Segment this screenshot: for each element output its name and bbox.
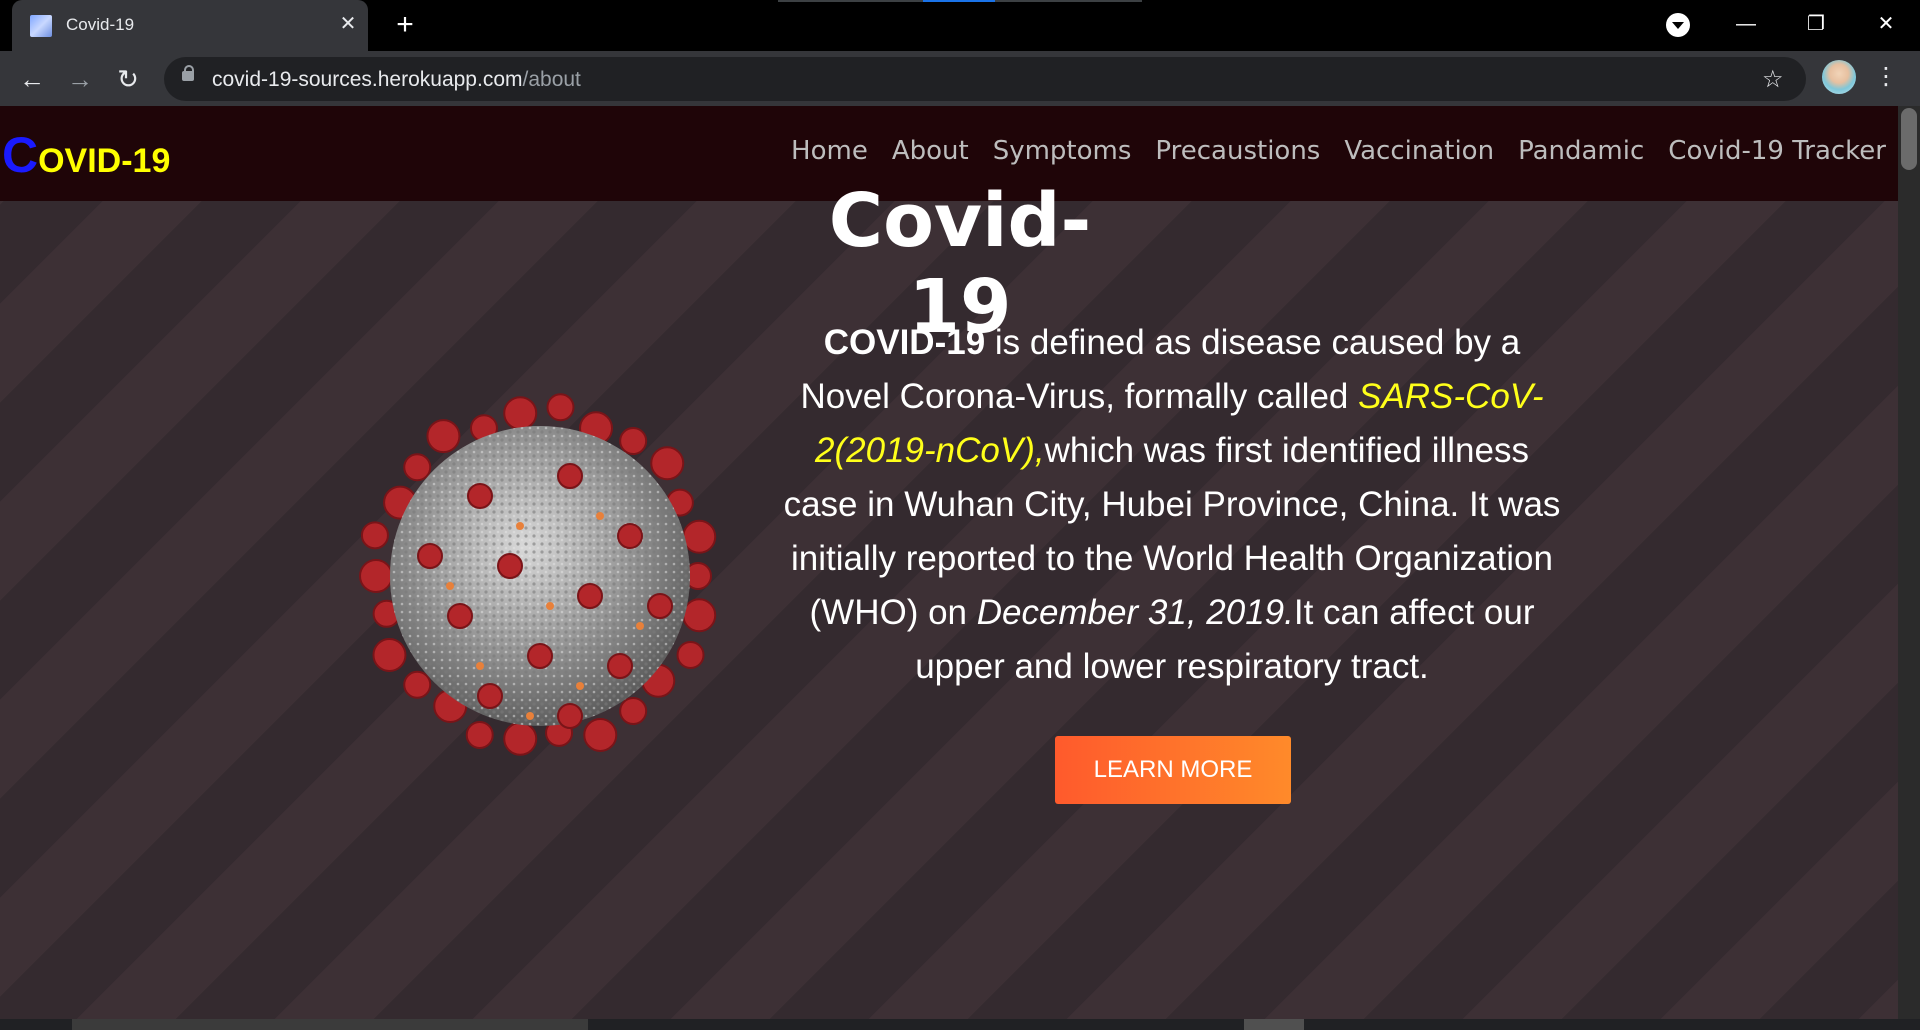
nav-symptoms[interactable]: Symptoms xyxy=(993,136,1132,166)
report-date: December 31, 2019. xyxy=(976,593,1294,632)
logo-initial: C xyxy=(2,127,39,183)
browser-toolbar: ← → ↻ covid-19-sources.herokuapp.com/abo… xyxy=(0,51,1920,106)
restore-button[interactable]: ❐ xyxy=(1796,8,1836,40)
nav-home[interactable]: Home xyxy=(791,136,868,166)
favicon-icon xyxy=(30,15,52,37)
address-bar[interactable]: covid-19-sources.herokuapp.com/about ☆ xyxy=(164,57,1806,101)
site-logo[interactable]: COVID-19 xyxy=(2,126,170,184)
nav-about[interactable]: About xyxy=(892,136,969,166)
search-tabs-icon[interactable] xyxy=(1666,13,1690,37)
close-tab-icon[interactable]: ✕ xyxy=(336,12,360,36)
profile-avatar[interactable] xyxy=(1822,60,1856,94)
url-text[interactable]: covid-19-sources.herokuapp.com/about xyxy=(212,68,581,92)
coronavirus-image xyxy=(359,393,717,756)
learn-more-button[interactable]: LEARN MORE xyxy=(1055,736,1291,804)
loading-indicator xyxy=(778,0,1142,2)
hero-description: COVID-19 is defined as disease caused by… xyxy=(778,316,1566,694)
tab-title: Covid-19 xyxy=(66,15,135,34)
minimize-button[interactable]: — xyxy=(1726,8,1766,40)
back-button[interactable]: ← xyxy=(14,61,50,97)
logo-text: OVID-19 xyxy=(38,142,171,180)
lock-icon[interactable] xyxy=(182,65,194,81)
nav-precautions[interactable]: Precaustions xyxy=(1155,136,1320,166)
vertical-scrollbar[interactable] xyxy=(1898,106,1920,1019)
nav-pandemic[interactable]: Pandamic xyxy=(1518,136,1644,166)
browser-tab[interactable]: Covid-19 ✕ xyxy=(12,0,368,51)
nav-links: Home About Symptoms Precaustions Vaccina… xyxy=(791,136,1886,166)
browser-menu-icon[interactable]: ⋮ xyxy=(1874,62,1898,92)
tab-strip: Covid-19 ✕ + — ❐ ✕ xyxy=(0,0,1920,51)
description-bold: COVID-19 xyxy=(823,323,986,362)
new-tab-button[interactable]: + xyxy=(390,10,420,40)
nav-tracker[interactable]: Covid-19 Tracker xyxy=(1668,136,1886,166)
bookmark-star-icon[interactable]: ☆ xyxy=(1762,65,1784,94)
nav-vaccination[interactable]: Vaccination xyxy=(1344,136,1494,166)
close-window-button[interactable]: ✕ xyxy=(1866,8,1906,40)
horizontal-scrollbar[interactable] xyxy=(0,1019,1920,1030)
reload-button[interactable]: ↻ xyxy=(110,61,146,97)
forward-button[interactable]: → xyxy=(62,61,98,97)
